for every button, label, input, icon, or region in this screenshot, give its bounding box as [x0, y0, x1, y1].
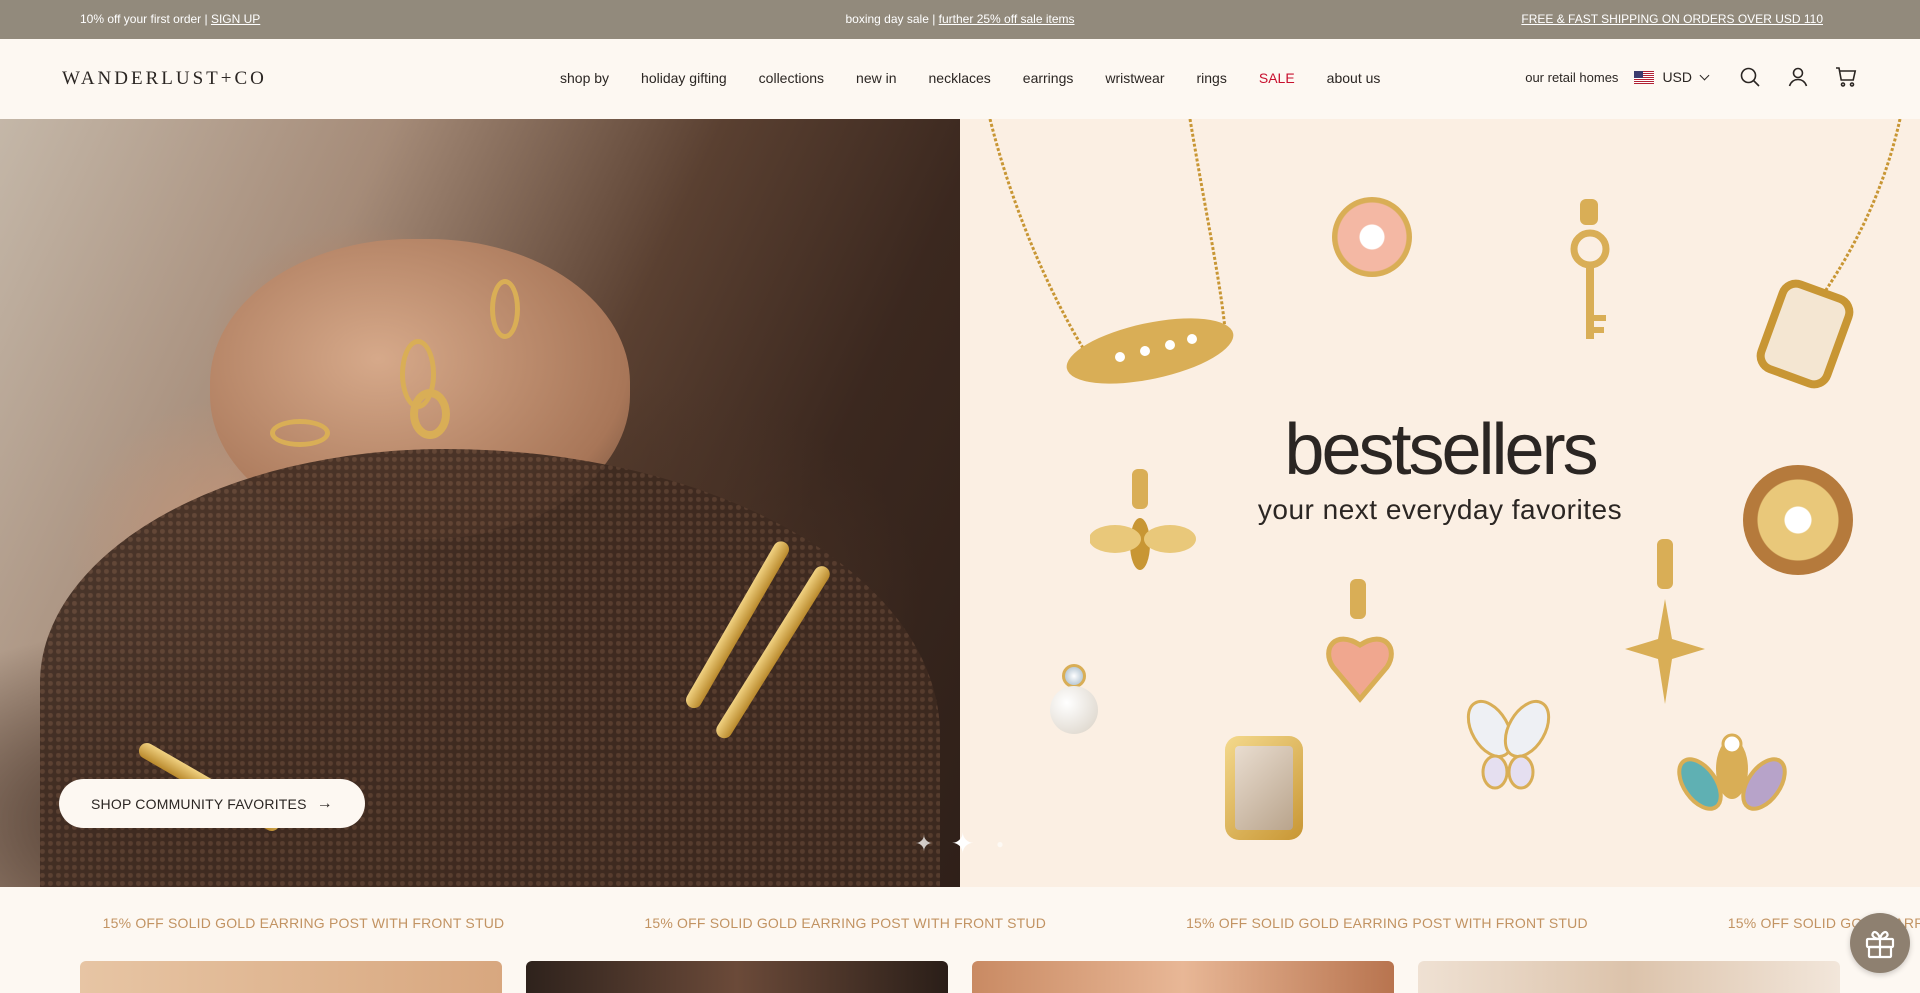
marquee-item: 15% OFF SOLID GOLD EARRING POST WITH FRO… — [644, 915, 1047, 931]
nav-sale[interactable]: SALE — [1259, 70, 1295, 86]
bestsellers-banner[interactable]: bestsellers your next everyday favorites — [960, 119, 1920, 887]
currency-label: USD — [1662, 69, 1692, 85]
nav-collections[interactable]: collections — [759, 70, 824, 86]
product-row — [80, 961, 1840, 993]
sale-text: boxing day sale | — [845, 12, 939, 26]
pearl-earring — [1050, 664, 1098, 734]
heart-charm — [1326, 579, 1394, 703]
sale-items-link[interactable]: further 25% off sale items — [939, 12, 1075, 26]
site-header: WANDERLUST+CO shop by holiday gifting co… — [0, 39, 1920, 119]
gift-icon — [1865, 930, 1895, 959]
marquee-track: UD 15% OFF SOLID GOLD EARRING POST WITH … — [0, 915, 1920, 931]
marquee-item: 15% OFF SOLID GOLD EARRING POST WITH FRO… — [102, 915, 505, 931]
header-utilities: our retail homes USD — [1525, 65, 1858, 89]
carousel-dot-1[interactable]: ✦ — [913, 833, 935, 855]
shop-community-favorites-button[interactable]: SHOP COMMUNITY FAVORITES → — [59, 779, 365, 828]
announcement-bar: 10% off your first order | SIGN UP boxin… — [0, 0, 1920, 39]
product-card[interactable] — [526, 961, 948, 993]
product-card[interactable] — [972, 961, 1394, 993]
nav-wristwear[interactable]: wristwear — [1105, 70, 1164, 86]
nav-necklaces[interactable]: necklaces — [929, 70, 991, 86]
nav-shop-by[interactable]: shop by — [560, 70, 609, 86]
carousel-dot-2[interactable]: ✦ — [951, 830, 974, 858]
product-card[interactable] — [1418, 961, 1840, 993]
nav-about-us[interactable]: about us — [1327, 70, 1381, 86]
search-icon[interactable] — [1738, 65, 1762, 89]
nav-holiday-gifting[interactable]: holiday gifting — [641, 70, 727, 86]
first-order-offer: 10% off your first order | SIGN UP — [80, 12, 260, 26]
hero-subtitle: your next everyday favorites — [1257, 494, 1623, 525]
currency-selector[interactable]: USD — [1634, 69, 1710, 85]
nav-new-in[interactable]: new in — [856, 70, 896, 86]
main-nav: shop by holiday gifting collections new … — [560, 70, 1412, 86]
rewards-gift-button[interactable] — [1850, 913, 1910, 973]
account-icon[interactable] — [1786, 65, 1810, 89]
chevron-down-icon — [1699, 70, 1710, 80]
marquee-item: 15% OFF SOLID GOLD EARRING POST WITH FRO… — [1186, 915, 1588, 931]
site-logo[interactable]: WANDERLUST+CO — [62, 68, 267, 90]
hero-carousel: SHOP COMMUNITY FAVORITES → bestsellers y… — [0, 119, 1920, 887]
multistone-earring — [1677, 733, 1787, 811]
arrow-right-icon: → — [316, 794, 333, 812]
butterfly-earring — [1466, 700, 1551, 790]
carousel-dots: ✦ ✦ ● — [905, 830, 1019, 858]
shop-button-label: SHOP COMMUNITY FAVORITES — [91, 795, 307, 812]
cart-icon[interactable] — [1834, 65, 1858, 89]
emerald-cut-earring — [1225, 736, 1303, 840]
retail-homes-link[interactable]: our retail homes — [1525, 70, 1618, 85]
nav-rings[interactable]: rings — [1197, 70, 1227, 86]
carousel-dot-3[interactable]: ● — [989, 833, 1011, 855]
first-order-text: 10% off your first order | — [80, 12, 211, 26]
ring-shape — [270, 419, 330, 447]
sign-up-link[interactable]: SIGN UP — [211, 12, 260, 26]
nav-earrings[interactable]: earrings — [1023, 70, 1074, 86]
key-charm — [1570, 199, 1610, 339]
product-card[interactable] — [80, 961, 502, 993]
star-charm — [1625, 539, 1705, 704]
pink-donut-charm — [1332, 197, 1412, 277]
hero-model-image: SHOP COMMUNITY FAVORITES → — [0, 119, 960, 887]
necklace-illustration — [988, 119, 1234, 384]
cup-pendant — [1756, 119, 1902, 389]
us-flag-icon — [1634, 70, 1655, 84]
promo-marquee: UD 15% OFF SOLID GOLD EARRING POST WITH … — [0, 887, 1920, 959]
hero-title: bestsellers — [1284, 410, 1598, 490]
shipping-link[interactable]: FREE & FAST SHIPPING ON ORDERS OVER USD … — [1521, 12, 1823, 26]
ring-shape — [490, 279, 520, 339]
ring-shape — [410, 389, 450, 439]
